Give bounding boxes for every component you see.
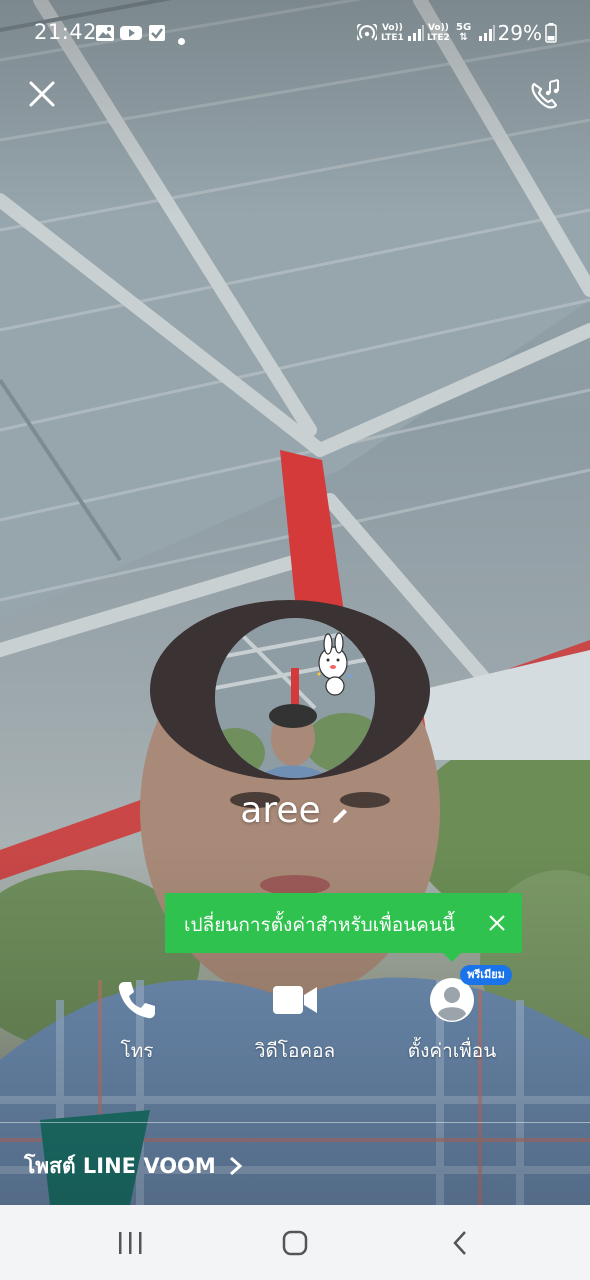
tooltip-close-icon[interactable] xyxy=(487,913,507,933)
recent-apps-button[interactable] xyxy=(110,1227,150,1259)
back-icon xyxy=(453,1231,466,1255)
system-navigation-bar xyxy=(0,1205,590,1280)
close-button[interactable] xyxy=(24,76,60,112)
line-voom-post-link[interactable]: โพสต์ LINE VOOM xyxy=(24,1148,246,1184)
battery-icon xyxy=(545,23,557,47)
profile-name-row: aree xyxy=(0,790,590,831)
image-icon xyxy=(95,24,115,46)
status-time: 21:42 xyxy=(34,20,98,44)
status-bar: 21:42 Vo)) LTE1 Vo)) LTE2 5G ⇅ 29% xyxy=(0,0,590,68)
back-button[interactable] xyxy=(440,1227,480,1259)
friend-settings-tooltip[interactable]: เปลี่ยนการตั้งค่าสำหรับเพื่อนคนนี้ xyxy=(165,893,522,962)
friend-settings-label: ตั้งค่าเพื่อน xyxy=(407,1040,497,1062)
battery-percent: 29% xyxy=(497,21,542,45)
line-voom-label: โพสต์ LINE VOOM xyxy=(24,1153,216,1178)
pencil-icon[interactable] xyxy=(330,806,350,830)
divider xyxy=(0,1122,590,1123)
video-call-label: วิดีโอคอล xyxy=(254,1040,336,1062)
tooltip-text: เปลี่ยนการตั้งค่าสำหรับเพื่อนคนนี้ xyxy=(184,914,455,936)
tooltip-arrow xyxy=(443,953,461,962)
close-icon xyxy=(29,81,55,107)
sim1-label: Vo)) LTE1 xyxy=(381,23,404,43)
signal-sim2-icon xyxy=(478,24,496,46)
profile-name: aree xyxy=(240,790,321,831)
friend-settings-button[interactable]: ตั้งค่าเพื่อน xyxy=(387,972,517,1066)
checkbox-icon xyxy=(148,24,166,46)
sim2-label: Vo)) LTE2 xyxy=(427,23,450,43)
hotspot-icon xyxy=(355,20,379,46)
recent-apps-icon xyxy=(119,1232,142,1254)
signal-sim1-icon xyxy=(407,24,425,46)
ringtone-button[interactable] xyxy=(528,78,562,112)
video-camera-icon xyxy=(273,986,317,1014)
home-icon xyxy=(282,1230,308,1256)
voice-call-button[interactable]: โทร xyxy=(72,972,202,1066)
youtube-icon xyxy=(120,24,142,46)
voice-call-label: โทร xyxy=(120,1040,154,1062)
chevron-right-icon xyxy=(229,1156,243,1176)
phone-icon xyxy=(118,982,155,1019)
network-type-label: 5G ⇅ xyxy=(456,22,472,43)
profile-avatar[interactable] xyxy=(215,618,375,778)
premium-badge: พรีเมียม xyxy=(460,965,512,985)
dot-icon xyxy=(178,30,185,49)
video-call-button[interactable]: วิดีโอคอล xyxy=(230,972,360,1066)
phone-music-icon xyxy=(531,79,559,109)
home-button[interactable] xyxy=(275,1227,315,1259)
